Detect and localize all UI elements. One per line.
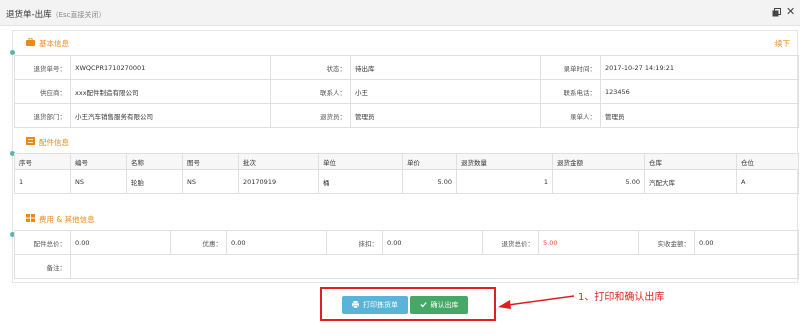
deduction-value: 0.00: [382, 230, 483, 255]
remark-field[interactable]: [70, 254, 799, 279]
department-value: 小王汽车销售服务有限公司: [70, 103, 271, 128]
cell-warehouse: 汽配大库: [644, 169, 737, 194]
basic-row: 退货单号： XWQCPR1710270001 状态： 待出库 录单时间： 201…: [14, 55, 799, 80]
cell-index: 1: [14, 169, 71, 194]
col-header[interactable]: 单价: [402, 153, 457, 170]
contact-value: 小王: [350, 79, 541, 104]
table-row[interactable]: 1 NS 轮胎 NS 20170919 桶 5.00 1 5.00 汽配大库 A: [14, 169, 799, 194]
print-button-label: 打印拣货单: [363, 301, 398, 309]
col-header[interactable]: 名称: [126, 153, 183, 170]
col-header[interactable]: 序号: [14, 153, 71, 170]
col-header[interactable]: 退货金额: [552, 153, 645, 170]
confirm-button-label: 确认出库: [430, 301, 459, 309]
discount-value: 0.00: [226, 230, 327, 255]
cell-drawing-no: NS: [182, 169, 239, 194]
col-header[interactable]: 仓库: [644, 153, 737, 170]
confirm-outbound-button[interactable]: 确认出库: [410, 296, 468, 314]
col-header[interactable]: 批次: [238, 153, 319, 170]
print-picking-list-button[interactable]: 打印拣货单: [342, 296, 408, 314]
return-no-label: 退货单号：: [14, 55, 71, 80]
department-label: 退货部门：: [14, 103, 71, 128]
status-label: 状态：: [270, 55, 351, 80]
supplier-value: xxx配件制造有限公司: [70, 79, 271, 104]
cell-location: A: [736, 169, 799, 194]
action-highlight-box: 打印拣货单 确认出库: [320, 287, 496, 321]
parts-total-label: 配件总价：: [14, 230, 71, 255]
return-no-value: XWQCPR1710270001: [70, 55, 271, 80]
basic-info-title: 基本信息: [39, 39, 69, 48]
remark-label: 备注：: [14, 254, 71, 279]
returner-label: 退货员：: [270, 103, 351, 128]
return-total-value: 5.00: [538, 230, 639, 255]
remark-row: 备注：: [14, 254, 799, 279]
phone-value: 123456: [600, 79, 799, 104]
restore-icon[interactable]: [772, 8, 781, 17]
list-icon: [26, 137, 35, 145]
col-header[interactable]: 图号: [182, 153, 239, 170]
actual-received-value: 0.00: [694, 230, 799, 255]
cell-unit: 桶: [318, 169, 403, 194]
annotation-arrow: [498, 295, 575, 309]
phone-label: 联系电话：: [540, 79, 601, 104]
discount-label: 优惠：: [170, 230, 227, 255]
parts-total-value: 0.00: [70, 230, 171, 255]
finance-info-title: 费用 & 其他信息: [39, 215, 95, 224]
finance-table: 配件总价： 0.00 优惠： 0.00 抹扣： 0.00 退货总价： 5.00 …: [14, 230, 799, 279]
status-value: 待出库: [350, 55, 541, 80]
cell-batch: 20170919: [238, 169, 319, 194]
col-header[interactable]: 单位: [318, 153, 403, 170]
return-total-label: 退货总价：: [482, 230, 539, 255]
entry-time-label: 录单时间：: [540, 55, 601, 80]
grid-icon: [26, 214, 35, 222]
actual-received-label: 实收金额：: [638, 230, 695, 255]
continue-link[interactable]: 续下: [775, 38, 790, 49]
finance-row: 配件总价： 0.00 优惠： 0.00 抹扣： 0.00 退货总价： 5.00 …: [14, 230, 799, 255]
basic-info-table: 退货单号： XWQCPR1710270001 状态： 待出库 录单时间： 201…: [14, 55, 799, 128]
parts-info-title: 配件信息: [39, 138, 69, 147]
cell-return-qty: 1: [456, 169, 553, 194]
cell-return-amount: 5.00: [552, 169, 645, 194]
close-icon[interactable]: ✕: [786, 6, 795, 18]
contact-label: 联系人：: [270, 79, 351, 104]
entered-by-label: 录单人：: [540, 103, 601, 128]
cell-name: 轮胎: [126, 169, 183, 194]
cell-unit-price: 5.00: [402, 169, 457, 194]
col-header[interactable]: 编号: [70, 153, 127, 170]
parts-header-row: 序号 编号 名称 图号 批次 单位 单价 退货数量 退货金额 仓库 仓位: [14, 153, 799, 170]
supplier-label: 供应商：: [14, 79, 71, 104]
entry-time-value: 2017-10-27 14:19:21: [600, 55, 799, 80]
briefcase-icon: [26, 38, 35, 46]
basic-row: 退货部门： 小王汽车销售服务有限公司 退货员： 管理员 录单人： 管理员: [14, 103, 799, 128]
entered-by-value: 管理员: [600, 103, 799, 128]
basic-row: 供应商： xxx配件制造有限公司 联系人： 小王 联系电话： 123456: [14, 79, 799, 104]
check-icon: [419, 296, 427, 314]
col-header[interactable]: 退货数量: [456, 153, 553, 170]
returner-value: 管理员: [350, 103, 541, 128]
esc-hint: （Esc直接关闭）: [51, 11, 106, 19]
window-title: 退货单-出库（Esc直接关闭）: [6, 10, 106, 20]
annotation-text: 1、打印和确认出库: [578, 292, 665, 303]
window-titlebar: 退货单-出库（Esc直接关闭） ✕: [0, 0, 800, 26]
parts-table: 序号 编号 名称 图号 批次 单位 单价 退货数量 退货金额 仓库 仓位 1 N…: [14, 153, 799, 194]
cell-code: NS: [70, 169, 127, 194]
printer-icon: [352, 296, 359, 314]
col-header[interactable]: 仓位: [736, 153, 799, 170]
deduction-label: 抹扣：: [326, 230, 383, 255]
